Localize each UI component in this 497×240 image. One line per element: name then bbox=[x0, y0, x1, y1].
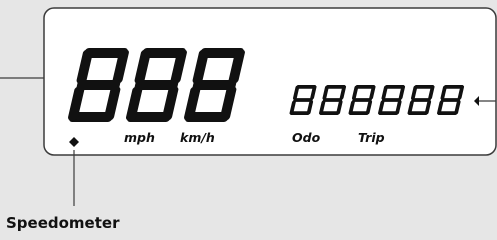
segment-g bbox=[381, 98, 402, 102]
unit-mph: mph bbox=[124, 130, 155, 145]
segment-g bbox=[76, 80, 121, 90]
unit-kmh: km/h bbox=[180, 130, 215, 145]
segment-g bbox=[293, 98, 313, 102]
unit-trip: Trip bbox=[358, 130, 385, 145]
instrument-diagram: mph km/h Odo Trip Speedometer bbox=[0, 0, 497, 240]
segment-g bbox=[352, 98, 372, 102]
unit-odo: Odo bbox=[292, 130, 321, 145]
segment-g bbox=[192, 80, 237, 90]
segment-g bbox=[322, 98, 343, 102]
segment-g bbox=[411, 98, 431, 102]
segment-g bbox=[440, 98, 461, 102]
speedometer-label: Speedometer bbox=[6, 214, 120, 232]
lcd-diagram-canvas: mph km/h Odo Trip Speedometer bbox=[0, 7, 497, 232]
segment-g bbox=[134, 80, 179, 90]
